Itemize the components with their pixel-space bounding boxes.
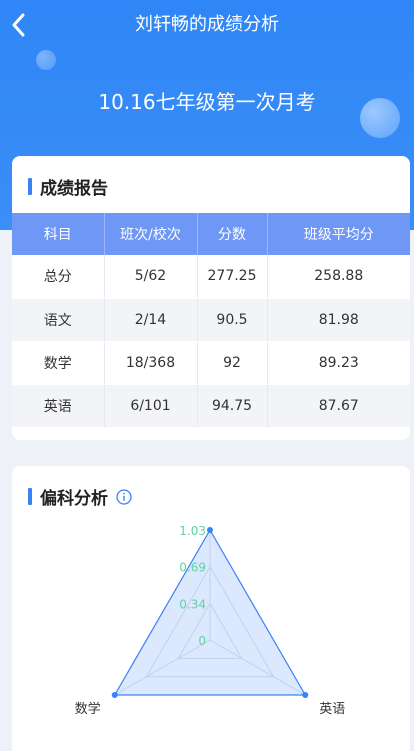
report-card: 成绩报告 科目 班次/校次 分数 班级平均分 总分 5/62 277.25 25… [12, 156, 410, 440]
report-title: 成绩报告 [40, 179, 108, 199]
radar-chart: 1.030.690.340语文英语数学 [75, 524, 346, 717]
table-row: 英语 6/101 94.75 87.67 [12, 384, 410, 428]
title-accent-bar [28, 178, 32, 195]
radar-tick-label: 0 [198, 634, 206, 648]
column-header: 班次/校次 [104, 213, 198, 255]
table-header-row: 科目 班次/校次 分数 班级平均分 [12, 213, 410, 255]
radar-data-point [302, 692, 309, 698]
table-cell: 277.25 [197, 255, 268, 299]
table-cell: 总分 [12, 255, 105, 299]
bias-card: 偏科分析 1.030.690.340语文英语数学 [12, 466, 410, 751]
table-cell: 6/101 [104, 384, 198, 428]
table-cell: 92 [197, 341, 268, 385]
radar-axis-label: 数学 [75, 701, 101, 717]
table-row: 总分 5/62 277.25 258.88 [12, 255, 410, 299]
chevron-left-icon [12, 13, 25, 37]
table-row: 语文 2/14 90.5 81.98 [12, 298, 410, 342]
bias-title: 偏科分析 [40, 489, 108, 509]
radar-data-point [111, 692, 118, 698]
table-cell: 数学 [12, 341, 105, 385]
decor-bubble [36, 50, 56, 70]
table-cell: 5/62 [104, 255, 198, 299]
radar-tick-label: 0.69 [179, 561, 206, 575]
back-button[interactable] [4, 10, 32, 40]
title-accent-bar [28, 488, 32, 505]
table-cell: 81.98 [267, 298, 410, 342]
info-icon[interactable] [116, 488, 132, 505]
column-header: 分数 [197, 213, 268, 255]
radar-series-area [113, 528, 307, 696]
table-cell: 18/368 [104, 341, 198, 385]
table-row: 数学 18/368 92 89.23 [12, 341, 410, 385]
table-cell: 英语 [12, 384, 105, 428]
column-header: 科目 [12, 213, 105, 255]
radar-tick-label: 0.34 [179, 597, 206, 611]
radar-data-point [207, 527, 213, 533]
table-cell: 2/14 [104, 298, 198, 342]
table-cell: 语文 [12, 298, 105, 342]
radar-tick-label: 1.03 [179, 524, 206, 538]
page-title: 刘轩畅的成绩分析 [135, 14, 279, 35]
table-cell: 94.75 [197, 384, 268, 428]
table-cell: 87.67 [267, 384, 410, 428]
table-cell: 90.5 [197, 298, 268, 342]
bias-card-header: 偏科分析 [28, 484, 132, 509]
column-header: 班级平均分 [267, 213, 410, 255]
radar-axis-label: 英语 [319, 702, 345, 717]
table-cell: 258.88 [267, 255, 410, 299]
exam-title: 10.16七年级第一次月考 [98, 90, 316, 114]
score-table: 科目 班次/校次 分数 班级平均分 总分 5/62 277.25 258.88 … [12, 213, 410, 428]
report-card-header: 成绩报告 [28, 174, 108, 199]
table-cell: 89.23 [267, 341, 410, 385]
